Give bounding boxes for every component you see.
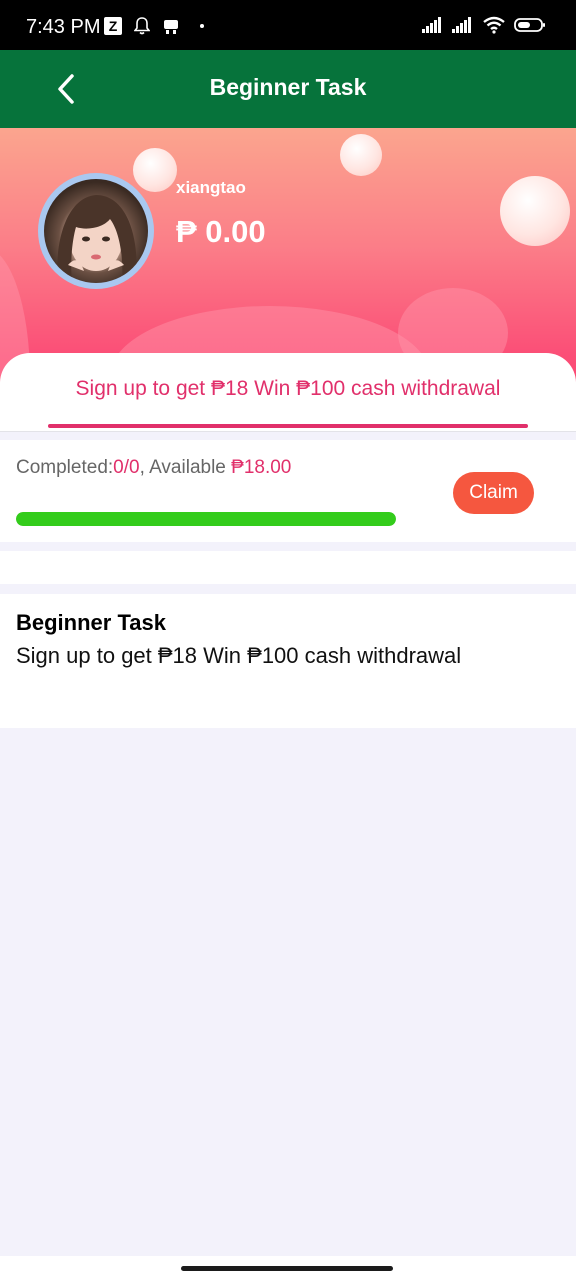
progress-bar-fill xyxy=(16,512,396,526)
robot-icon xyxy=(164,20,178,34)
completed-label: Completed: xyxy=(16,457,114,478)
home-indicator[interactable] xyxy=(181,1266,393,1271)
app-header: Beginner Task xyxy=(0,50,576,128)
available-value: ₱18.00 xyxy=(231,457,292,478)
spacer-card xyxy=(0,551,576,584)
progress-card: Completed:0/0, Available ₱18.00 Claim xyxy=(0,440,576,542)
signal-icon xyxy=(422,17,441,33)
progress-summary: Completed:0/0, Available ₱18.00 xyxy=(16,457,291,479)
task-description: Sign up to get ₱18 Win ₱100 cash withdra… xyxy=(16,643,462,668)
task-description-card: Beginner Task Sign up to get ₱18 Win ₱10… xyxy=(0,594,576,728)
battery-icon xyxy=(514,18,545,32)
page-title: Beginner Task xyxy=(209,74,367,100)
available-label: , Available xyxy=(139,457,232,478)
completed-value: 0/0 xyxy=(113,457,140,478)
signal-icon xyxy=(452,17,471,33)
username: xiangtao xyxy=(176,178,246,197)
status-notification-icons: Z xyxy=(104,17,204,35)
more-notifications-dot xyxy=(200,24,204,28)
balance-amount: ₱ 0.00 xyxy=(176,214,266,249)
decorative-bubble xyxy=(340,134,382,176)
progress-bar xyxy=(16,512,396,526)
wifi-icon xyxy=(483,16,505,34)
claim-button[interactable]: Claim xyxy=(453,472,534,514)
tab-signup-reward[interactable]: Sign up to get ₱18 Win ₱100 cash withdra… xyxy=(0,377,576,401)
avatar[interactable] xyxy=(38,173,154,289)
task-title: Beginner Task xyxy=(16,610,166,635)
decorative-bubble xyxy=(133,148,177,192)
status-system-icons xyxy=(422,16,546,34)
task-tabs: Sign up to get ₱18 Win ₱100 cash withdra… xyxy=(0,353,576,432)
decorative-bubble xyxy=(500,176,570,246)
tab-active-indicator xyxy=(48,424,528,428)
z-icon: Z xyxy=(104,17,122,35)
status-time: 7:43 PM xyxy=(26,16,101,38)
bell-icon xyxy=(134,17,150,35)
status-bar: 7:43 PM Z xyxy=(0,0,576,50)
avatar-image xyxy=(44,179,148,283)
